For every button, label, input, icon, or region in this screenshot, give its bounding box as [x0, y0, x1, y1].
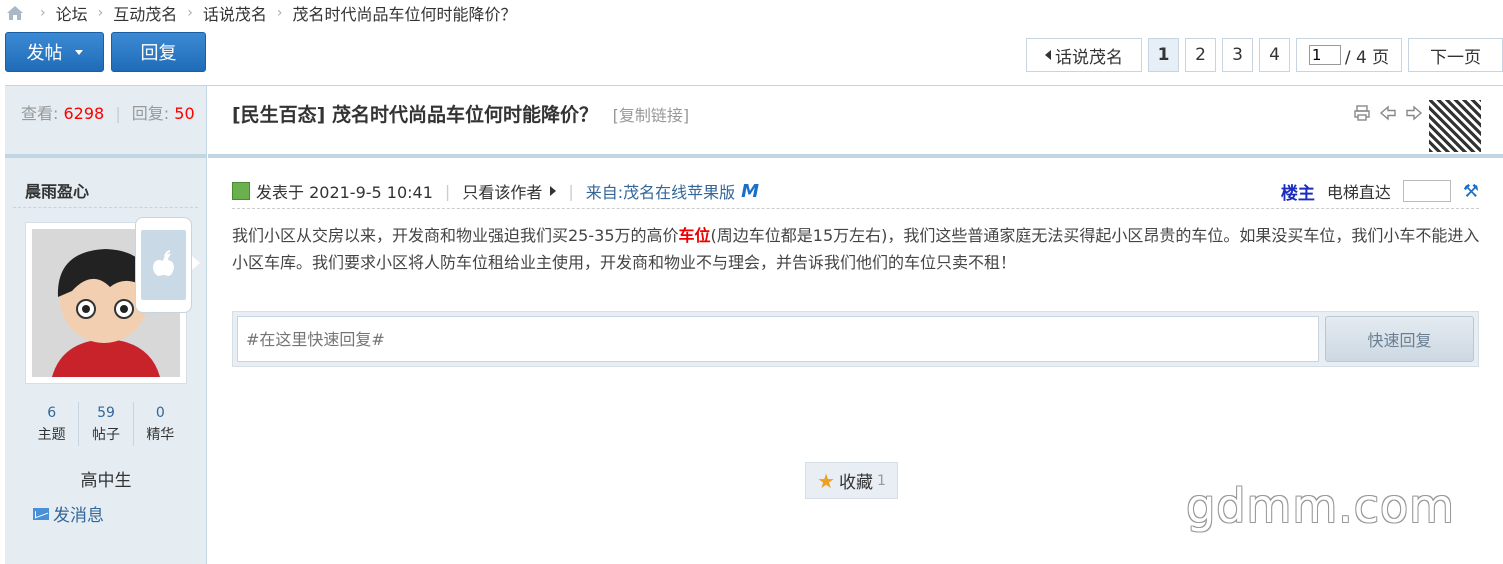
qr-code-icon[interactable] — [1429, 100, 1481, 152]
star-icon: ★ — [817, 468, 835, 493]
page-jump-input[interactable] — [1308, 45, 1341, 65]
author-rank: 高中生 — [80, 471, 132, 491]
play-arrow-icon — [550, 186, 557, 196]
breadcrumb: › 论坛 › 互动茂名 › 话说茂名 › 茂名时代尚品车位何时能降价？ — [0, 0, 517, 26]
favorite-button[interactable]: ★ 收藏 1 — [805, 462, 898, 499]
header-divider: | — [444, 181, 451, 201]
elevator-label: 电梯直达 — [1326, 183, 1391, 202]
thread-stats: 查看: 6298 | 回复: 50 — [5, 86, 206, 158]
post-body: 我们小区从交房以来，开发商和物业强迫我们买25-35万的高价车位(周边车位都是1… — [232, 222, 1483, 276]
post-body-text: 我们小区从交房以来，开发商和物业强迫我们买25-35万的高价 — [232, 226, 679, 245]
chevron-right-icon: › — [97, 5, 104, 21]
client-logo-icon: M — [741, 180, 760, 202]
reply-label: 回复 — [140, 43, 177, 64]
page-4[interactable]: 4 — [1259, 38, 1290, 72]
chevron-right-icon: › — [276, 5, 283, 21]
envelope-icon — [33, 507, 49, 520]
post-source-link[interactable]: 来自:茂名在线苹果版 — [586, 179, 735, 203]
new-post-label: 发帖 — [26, 43, 63, 64]
thread-title-text: 茂名时代尚品车位何时能降价？ — [332, 104, 599, 126]
author-stat-digest[interactable]: 0 精华 — [132, 402, 187, 446]
stat-label: 精华 — [146, 427, 175, 443]
breadcrumb-thread[interactable]: 茂名时代尚品车位何时能降价？ — [292, 1, 516, 25]
quick-reply-box: 快速回复 — [232, 311, 1479, 367]
post-header: 发表于 2021-9-5 10:41 | 只看该作者 | 来自:茂名在线苹果版 … — [232, 174, 1479, 209]
next-thread-icon[interactable] — [1405, 104, 1423, 122]
previous-thread-icon[interactable] — [1379, 104, 1397, 122]
replies-count: 50 — [174, 104, 195, 123]
post-time: 发表于 2021-9-5 10:41 — [256, 183, 433, 202]
stats-divider: | — [115, 104, 121, 123]
arrow-left-icon — [1045, 50, 1051, 60]
thread-category[interactable]: [民生百态] — [232, 104, 325, 126]
pagination: 话说茂名 1 2 3 4 / 4 页 下一页 — [1026, 38, 1503, 72]
thread-title-row: [民生百态] 茂名时代尚品车位何时能降价？ [复制链接] — [208, 86, 1503, 158]
send-message-label: 发消息 — [53, 506, 104, 526]
thread-tools — [1353, 104, 1423, 122]
caret-down-icon — [74, 49, 83, 55]
author-sidebar: 查看: 6298 | 回复: 50 晨雨盈心 6 主题 59 帖子 0 精华 高… — [5, 86, 207, 564]
page-2[interactable]: 2 — [1185, 38, 1216, 72]
header-divider: | — [568, 181, 574, 201]
page-3[interactable]: 3 — [1222, 38, 1253, 72]
page-jump: / 4 页 — [1296, 38, 1402, 72]
author-stat-threads[interactable]: 6 主题 — [25, 402, 78, 446]
breadcrumb-section[interactable]: 互动茂名 — [113, 1, 177, 25]
home-icon[interactable] — [6, 5, 24, 21]
author-stat-posts[interactable]: 59 帖子 — [78, 402, 132, 446]
print-icon[interactable] — [1353, 104, 1371, 122]
next-page-button[interactable]: 下一页 — [1408, 38, 1503, 72]
favorite-count: 1 — [877, 472, 886, 489]
wrench-icon[interactable]: ⚒ — [1463, 181, 1479, 202]
floor-label: 楼主 — [1280, 183, 1315, 204]
post-keyword-link[interactable]: 车位 — [679, 226, 711, 245]
stat-value: 59 — [97, 405, 115, 421]
elevator-input[interactable] — [1402, 180, 1451, 202]
breadcrumb-forum[interactable]: 论坛 — [56, 1, 88, 25]
chevron-right-icon: › — [187, 5, 193, 21]
back-to-board-label: 话说茂名 — [1055, 47, 1123, 68]
mobile-client-icon — [135, 217, 200, 313]
online-status-icon — [232, 182, 250, 200]
thread-title: [民生百态] 茂名时代尚品车位何时能降价？ — [232, 104, 605, 126]
page-total: / 4 页 — [1344, 47, 1390, 68]
send-message-link[interactable]: 发消息 — [33, 501, 104, 526]
back-to-board-button[interactable]: 话说茂名 — [1026, 38, 1142, 72]
views-count: 6298 — [63, 104, 105, 123]
post-content: [民生百态] 茂名时代尚品车位何时能降价？ [复制链接] 发表于 2021-9-… — [208, 86, 1503, 564]
page-1[interactable]: 1 — [1148, 38, 1179, 72]
author-stats: 6 主题 59 帖子 0 精华 — [25, 402, 187, 446]
watermark: gdmm.com — [1186, 479, 1455, 533]
stat-value: 0 — [155, 405, 165, 421]
copy-link[interactable]: [复制链接] — [613, 106, 690, 125]
reply-button[interactable]: 回复 — [111, 32, 206, 72]
new-post-button[interactable]: 发帖 — [5, 32, 104, 72]
post-header-right: 楼主 电梯直达 ⚒ — [1281, 179, 1479, 204]
quick-reply-input[interactable] — [237, 316, 1319, 362]
stat-value: 6 — [47, 405, 57, 421]
breadcrumb-board[interactable]: 话说茂名 — [203, 1, 267, 25]
chevron-right-icon: › — [40, 5, 46, 21]
thread-frame: 查看: 6298 | 回复: 50 晨雨盈心 6 主题 59 帖子 0 精华 高… — [5, 85, 1503, 564]
author-name[interactable]: 晨雨盈心 — [13, 158, 198, 208]
favorite-label: 收藏 — [839, 473, 873, 493]
replies-label: 回复: — [131, 104, 170, 123]
stat-label: 主题 — [37, 427, 66, 443]
views-label: 查看: — [21, 104, 59, 123]
quick-reply-button[interactable]: 快速回复 — [1325, 316, 1474, 362]
stat-label: 帖子 — [91, 427, 120, 443]
only-author-link[interactable]: 只看该作者 — [462, 179, 542, 203]
